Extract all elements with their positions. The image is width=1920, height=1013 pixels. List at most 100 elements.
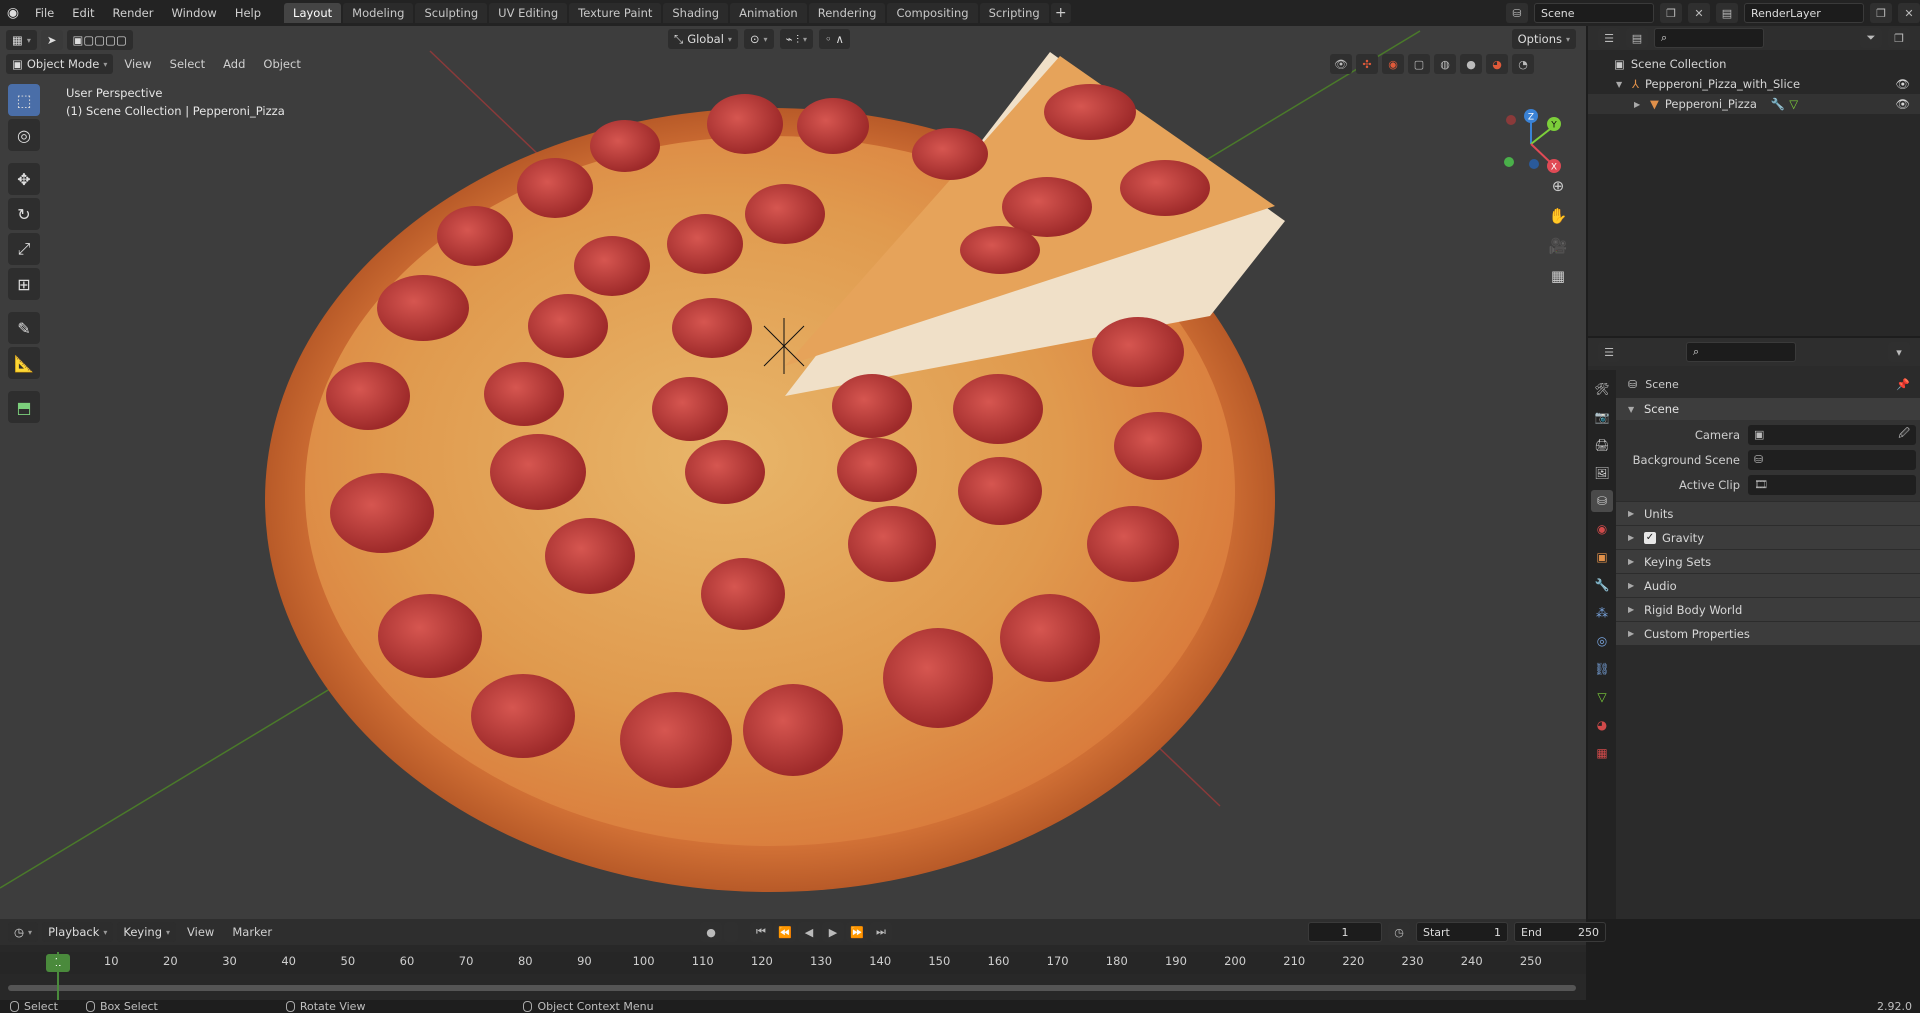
visibility-eye-icon[interactable]: 👁 (1895, 77, 1910, 91)
scene-name-field[interactable]: Scene (1534, 3, 1654, 23)
menu-render[interactable]: Render (104, 0, 163, 26)
render-tab-icon[interactable]: 📷 (1591, 406, 1613, 428)
rendered-shading-icon[interactable]: ◔ (1512, 54, 1534, 74)
jump-start-icon[interactable]: ⏮ (750, 922, 772, 942)
menu-edit[interactable]: Edit (63, 0, 103, 26)
snap-icon[interactable]: ⌁ ⫶ ▾ (779, 29, 814, 49)
preview-range-icon[interactable]: ◷ (1388, 922, 1410, 942)
3d-viewport[interactable]: ▦ ▾ ➤ ▣▢▢▢▢ ▣ Object Mode ▾ View Select Ad… (0, 26, 1586, 919)
tab-uv-editing[interactable]: UV Editing (489, 3, 568, 23)
record-icon[interactable]: ● (700, 922, 722, 942)
gizmo-toggle-icon[interactable]: ✣ (1356, 54, 1378, 74)
particles-tab-icon[interactable]: ⁂ (1591, 602, 1613, 624)
playback-dropdown[interactable]: Playback ▾ (42, 922, 114, 942)
tab-modeling[interactable]: Modeling (343, 3, 414, 23)
scene-copy-icon[interactable]: ❐ (1660, 3, 1682, 23)
view-layer-browse-icon[interactable]: ▤ (1716, 3, 1738, 23)
mode-dropdown[interactable]: ▣ Object Mode ▾ (6, 54, 114, 74)
eyedropper-icon[interactable]: 🖉 (1898, 425, 1910, 444)
timeline-menu-view[interactable]: View (180, 925, 221, 939)
gravity-checkbox[interactable]: ✓ (1644, 531, 1656, 544)
tab-animation[interactable]: Animation (730, 3, 807, 23)
timeline-editor-type-icon[interactable]: ◷ ▾ (8, 922, 39, 942)
world-tab-icon[interactable]: ◉ (1591, 518, 1613, 540)
tab-scripting[interactable]: Scripting (979, 3, 1049, 23)
visibility-eye-icon[interactable]: 👁 (1895, 97, 1910, 111)
proportional-edit-icon[interactable]: ◦ ∧ (819, 29, 850, 49)
properties-search-input[interactable]: ⌕ (1686, 342, 1796, 362)
scale-tool-icon[interactable]: ⤢ (8, 233, 40, 265)
scene-browse-icon[interactable]: ⛁ (1506, 3, 1528, 23)
constraints-tab-icon[interactable]: ⛓ (1591, 658, 1613, 680)
tab-sculpting[interactable]: Sculpting (415, 3, 488, 23)
current-frame-field[interactable]: 1 (1308, 922, 1382, 942)
units-section[interactable]: ▶ Units (1616, 501, 1920, 525)
visibility-icon[interactable]: 👁 (1330, 54, 1352, 74)
move-tool-icon[interactable]: ✥ (8, 163, 40, 195)
background-scene-field[interactable]: ⛁ (1748, 449, 1916, 470)
timeline-scrollbar[interactable] (8, 985, 1576, 991)
view-layer-tab-icon[interactable]: 🖼 (1591, 462, 1613, 484)
keying-dropdown[interactable]: Keying ▾ (117, 922, 177, 942)
outliner-editor-type-icon[interactable]: ☰ (1598, 28, 1620, 48)
physics-tab-icon[interactable]: ◎ (1591, 630, 1613, 652)
keying-sets-section[interactable]: ▶ Keying Sets (1616, 549, 1920, 573)
tab-shading[interactable]: Shading (663, 3, 729, 23)
camera-view-icon[interactable]: 🎥 (1544, 232, 1572, 260)
tab-compositing[interactable]: Compositing (887, 3, 978, 23)
tool-select-icon[interactable]: ➤ (40, 30, 63, 50)
active-clip-field[interactable]: 🎞 (1748, 474, 1916, 495)
outliner-search-input[interactable]: ⌕ (1654, 28, 1764, 48)
start-frame-field[interactable]: Start 1 (1416, 922, 1508, 942)
jump-prev-key-icon[interactable]: ⏪ (774, 922, 796, 942)
outliner-item-pizza-with-slice[interactable]: ▼ ⅄ Pepperoni_Pizza_with_Slice 👁 (1588, 74, 1920, 94)
material-tab-icon[interactable]: ◕ (1591, 714, 1613, 736)
solid-shading-icon[interactable]: ● (1460, 54, 1482, 74)
modifier-tab-icon[interactable]: 🔧 (1591, 574, 1613, 596)
menu-add[interactable]: Add (216, 57, 252, 71)
output-tab-icon[interactable]: 🖨 (1591, 434, 1613, 456)
timeline-ruler[interactable]: 1 10203040506070809010011012013014015016… (0, 952, 1586, 974)
options-dropdown[interactable]: Options ▾ (1511, 29, 1576, 49)
tab-rendering[interactable]: Rendering (808, 3, 886, 23)
jump-next-key-icon[interactable]: ⏩ (846, 922, 868, 942)
tool-tab-icon[interactable]: 🛠 (1591, 378, 1613, 400)
tab-layout[interactable]: Layout (284, 3, 342, 23)
wireframe-shading-icon[interactable]: ◍ (1434, 54, 1456, 74)
properties-editor-type-icon[interactable]: ☰ (1598, 342, 1620, 362)
scene-close-icon[interactable]: ✕ (1688, 3, 1710, 23)
collapse-arrow-icon[interactable]: ▶ (1634, 100, 1644, 109)
editor-type-dropdown[interactable]: ▦ ▾ (6, 30, 37, 50)
view-layer-close-icon[interactable]: ✕ (1898, 3, 1920, 23)
cursor-tool-icon[interactable]: ◎ (8, 119, 40, 151)
blender-logo-icon[interactable]: ◉ (0, 0, 26, 26)
play-icon[interactable]: ▶ (822, 922, 844, 942)
outliner-item-pizza[interactable]: ▶ ▼ Pepperoni_Pizza 🔧 ▽ 👁 (1588, 94, 1920, 114)
material-shading-icon[interactable]: ◕ (1486, 54, 1508, 74)
pan-hand-icon[interactable]: ✋ (1544, 202, 1572, 230)
rigid-body-world-section[interactable]: ▶ Rigid Body World (1616, 597, 1920, 621)
auto-key-options-icon[interactable] (724, 922, 738, 942)
select-box-tool-icon[interactable]: ⬚ (8, 84, 40, 116)
xray-icon[interactable]: ▢ (1408, 54, 1430, 74)
rotate-tool-icon[interactable]: ↻ (8, 198, 40, 230)
transform-tool-icon[interactable]: ⊞ (8, 268, 40, 300)
menu-file[interactable]: File (26, 0, 63, 26)
camera-field[interactable]: ▣ 🖉 (1748, 424, 1916, 445)
viewport-scene[interactable] (0, 26, 1586, 919)
custom-properties-section[interactable]: ▶ Custom Properties (1616, 621, 1920, 645)
jump-end-icon[interactable]: ⏭ (870, 922, 892, 942)
menu-window[interactable]: Window (162, 0, 225, 26)
view-layer-field[interactable]: RenderLayer (1744, 3, 1864, 23)
timeline-menu-marker[interactable]: Marker (225, 925, 279, 939)
object-tab-icon[interactable]: ▣ (1591, 546, 1613, 568)
menu-view[interactable]: View (117, 57, 158, 71)
menu-object[interactable]: Object (256, 57, 307, 71)
properties-options-icon[interactable]: ▾ (1888, 342, 1910, 362)
tab-texture-paint[interactable]: Texture Paint (569, 3, 662, 23)
overlay-toggle-icon[interactable]: ◉ (1382, 54, 1404, 74)
view-layer-copy-icon[interactable]: ❐ (1870, 3, 1892, 23)
expand-arrow-icon[interactable]: ▼ (1616, 80, 1626, 89)
scene-tab-icon[interactable]: ⛁ (1591, 490, 1613, 512)
pin-icon[interactable]: 📌 (1896, 378, 1910, 391)
